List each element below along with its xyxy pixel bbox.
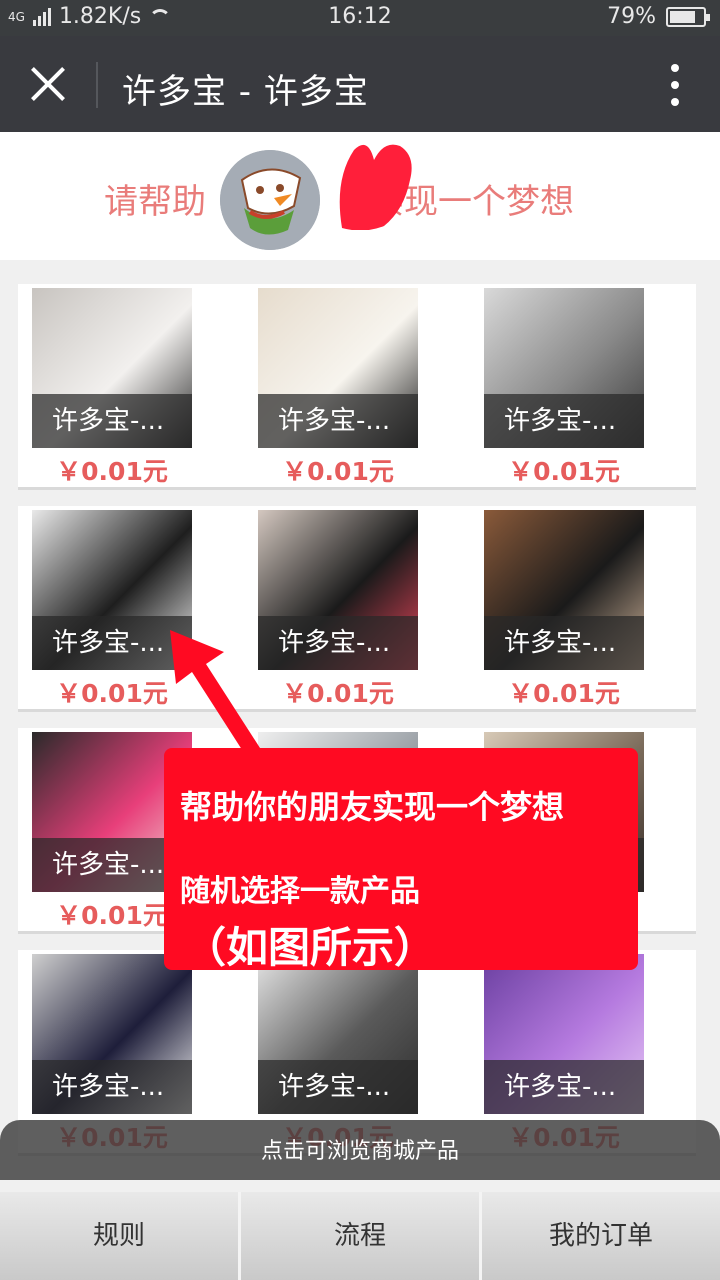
product-item[interactable]: 许多宝-... ￥0.01元 xyxy=(484,510,644,710)
product-row-card: 许多宝-...￥0.01元许多宝-...￥0.01元许多宝-...￥0.01元 xyxy=(18,506,696,712)
product-name: 许多宝-... xyxy=(32,1060,192,1114)
arrow-annotation xyxy=(170,630,260,756)
product-row-card: 许多宝-... ￥0.01元 许多宝-... ￥0.01元 许多宝-... ￥0.01元 xyxy=(18,284,696,490)
redaction-mark xyxy=(339,144,412,230)
browse-mall-button[interactable]: 点击可浏览商城产品 xyxy=(0,1120,720,1180)
product-name: 许多宝-... xyxy=(484,394,644,448)
bottom-panel: 点击可浏览商城产品 规则 流程 我的订单 xyxy=(0,1120,720,1280)
tab-process[interactable]: 流程 xyxy=(241,1192,482,1280)
callout-line-3: （如图所示） xyxy=(184,923,437,972)
tab-my-orders[interactable]: 我的订单 xyxy=(482,1192,720,1280)
battery-icon xyxy=(666,6,710,27)
product-image[interactable]: 许多宝-... xyxy=(484,288,644,448)
product-item[interactable]: 许多宝-... ￥0.01元 xyxy=(258,288,418,488)
product-image[interactable]: 许多宝-... xyxy=(258,288,418,448)
product-price: ￥0.01元 xyxy=(56,457,168,486)
product-image[interactable]: 许多宝-... xyxy=(258,954,418,1114)
titlebar-divider xyxy=(96,62,98,108)
product-image[interactable]: 许多宝-... xyxy=(258,510,418,670)
product-image[interactable]: 许多宝-... xyxy=(32,288,192,448)
product-price: ￥0.01元 xyxy=(282,457,394,486)
product-name: 许多宝-... xyxy=(484,1060,644,1114)
page-title: 许多宝 - 许多宝 xyxy=(122,72,369,112)
callout-line-2: 随机选择一款产品 xyxy=(180,874,420,909)
bottom-tab-bar: 规则 流程 我的订单 xyxy=(0,1192,720,1280)
product-image[interactable]: 许多宝-... xyxy=(484,510,644,670)
avatar xyxy=(220,150,320,250)
product-name: 许多宝-... xyxy=(258,1060,418,1114)
product-item[interactable]: 许多宝-... ￥0.01元 xyxy=(484,288,644,488)
product-price: ￥0.01元 xyxy=(282,679,394,708)
title-bar: 许多宝 - 许多宝 xyxy=(0,36,720,132)
status-right: 79% xyxy=(607,4,710,29)
callout-line-1: 帮助你的朋友实现一个梦想 xyxy=(180,788,565,826)
product-item[interactable]: 许多宝-... ￥0.01元 xyxy=(258,510,418,710)
product-image[interactable]: 许多宝-... xyxy=(484,954,644,1114)
product-name: 许多宝-... xyxy=(32,394,192,448)
battery-fill xyxy=(670,10,696,23)
product-name: 许多宝-... xyxy=(258,616,418,670)
banner-prefix: 请帮助 xyxy=(104,182,206,222)
more-options-icon[interactable] xyxy=(668,64,682,106)
product-name: 许多宝-... xyxy=(484,616,644,670)
product-item[interactable]: 许多宝-... ￥0.01元 xyxy=(32,288,192,488)
product-price: ￥0.01元 xyxy=(508,457,620,486)
product-name: 许多宝-... xyxy=(258,394,418,448)
status-bar: 4G 1.82K/s 16:12 79% xyxy=(0,0,720,36)
tab-rules[interactable]: 规则 xyxy=(0,1192,241,1280)
product-price: ￥0.01元 xyxy=(508,679,620,708)
instruction-callout: 帮助你的朋友实现一个梦想 随机选择一款产品 （如图所示） xyxy=(164,748,638,972)
avatar-illustration xyxy=(220,150,320,250)
battery-percent: 79% xyxy=(607,4,656,29)
product-image[interactable]: 许多宝-... xyxy=(32,954,192,1114)
close-icon[interactable] xyxy=(28,64,68,104)
